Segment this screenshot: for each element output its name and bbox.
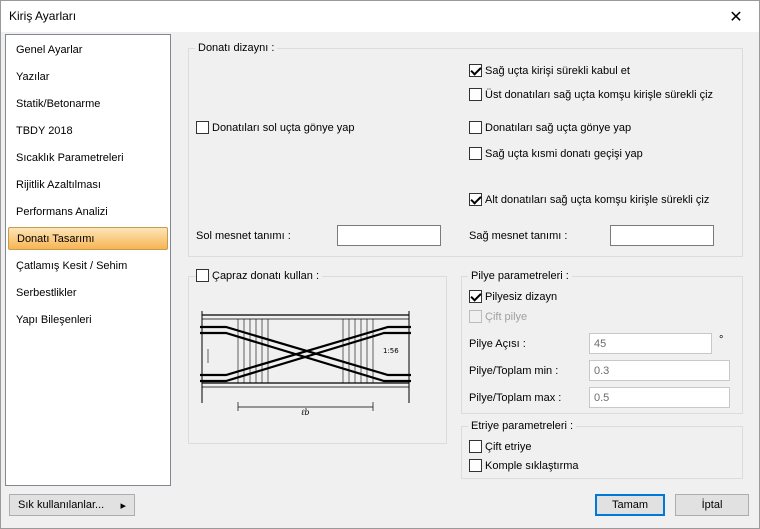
- checkbox-box[interactable]: [469, 290, 482, 303]
- checkbox-box[interactable]: [469, 193, 482, 206]
- iptal-button[interactable]: İptal: [675, 494, 749, 516]
- sik-kullanilanlar-label: Sık kullanılanlar...: [18, 499, 105, 511]
- sag-mesnet-label: Sağ mesnet tanımı :: [469, 230, 568, 242]
- checkbox-box[interactable]: [196, 121, 209, 134]
- checkbox-box[interactable]: [469, 459, 482, 472]
- diagram-angle-label: 1:56: [383, 347, 399, 355]
- checkbox-label: Üst donatıları sağ uçta komşu kirişle sü…: [485, 88, 714, 101]
- pilye-toplam-min-input[interactable]: [589, 360, 730, 381]
- close-icon: ✕: [729, 8, 743, 26]
- checkbox-label: Donatıları sol uçta gönye yap: [212, 121, 355, 134]
- kiris-ayarlari-dialog: Kiriş Ayarları ✕ Genel Ayarlar Yazılar S…: [0, 0, 760, 529]
- chevron-right-icon: ▸: [120, 499, 126, 512]
- checkbox-box[interactable]: [469, 440, 482, 453]
- checkbox-box[interactable]: [469, 310, 482, 323]
- cift-pilye-checkbox[interactable]: Çift pilye: [469, 310, 527, 323]
- checkbox-box[interactable]: [469, 121, 482, 134]
- sol-ucta-gonye-checkbox[interactable]: Donatıları sol uçta gönye yap: [196, 121, 354, 134]
- checkbox-box[interactable]: [469, 64, 482, 77]
- pilye-acisi-label: Pilye Açısı :: [469, 338, 526, 350]
- sik-kullanilanlar-button[interactable]: Sık kullanılanlar... ▸: [9, 494, 135, 516]
- sidebar-item-performans-analizi[interactable]: Performans Analizi: [8, 201, 168, 224]
- komple-siklastirma-checkbox[interactable]: Komple sıklaştırma: [469, 459, 579, 472]
- sol-mesnet-label: Sol mesnet tanımı :: [196, 230, 291, 242]
- capraz-donati-checkbox[interactable]: Çapraz donatı kullan :: [196, 269, 323, 282]
- settings-category-list: Genel Ayarlar Yazılar Statik/Betonarme T…: [5, 34, 171, 486]
- iptal-label: İptal: [701, 499, 723, 511]
- dialog-body: Genel Ayarlar Yazılar Statik/Betonarme T…: [1, 32, 759, 528]
- pilye-toplam-max-input[interactable]: [589, 387, 730, 408]
- checkbox-label: Çift pilye: [485, 310, 528, 323]
- pilyesiz-dizayn-checkbox[interactable]: Pilyesiz dizayn: [469, 290, 557, 303]
- cift-etriye-checkbox[interactable]: Çift etriye: [469, 440, 531, 453]
- sag-ucta-kirisi-surekli-checkbox[interactable]: Sağ uçta kirişi sürekli kabul et: [469, 64, 630, 77]
- diagram-length-label: ℓb: [301, 408, 309, 417]
- donati-dizayni-title: Donatı dizaynı :: [195, 42, 278, 54]
- sidebar-item-sicaklik-parametreleri[interactable]: Sıcaklık Parametreleri: [8, 147, 168, 170]
- close-button[interactable]: ✕: [713, 1, 759, 32]
- sidebar-item-statik-betonarme[interactable]: Statik/Betonarme: [8, 93, 168, 116]
- checkbox-label: Çapraz donatı kullan :: [212, 269, 320, 282]
- title-bar: Kiriş Ayarları ✕: [1, 1, 759, 32]
- sag-mesnet-input[interactable]: [610, 225, 714, 246]
- checkbox-box[interactable]: [469, 88, 482, 101]
- checkbox-label: Pilyesiz dizayn: [485, 290, 558, 303]
- checkbox-label: Donatıları sağ uçta gönye yap: [485, 121, 632, 134]
- sag-ucta-kismi-gecis-checkbox[interactable]: Sağ uçta kısmi donatı geçişi yap: [469, 147, 643, 160]
- sag-ucta-gonye-checkbox[interactable]: Donatıları sağ uçta gönye yap: [469, 121, 631, 134]
- checkbox-box[interactable]: [196, 269, 209, 282]
- checkbox-label: Alt donatıları sağ uçta komşu kirişle sü…: [485, 193, 710, 206]
- capraz-donati-diagram: ℓb 1:56: [200, 311, 411, 417]
- window-title: Kiriş Ayarları: [9, 9, 77, 23]
- checkbox-label: Sağ uçta kısmi donatı geçişi yap: [485, 147, 643, 160]
- tamam-label: Tamam: [611, 499, 649, 511]
- sidebar-item-tbdy-2018[interactable]: TBDY 2018: [8, 120, 168, 143]
- pilye-acisi-input[interactable]: [589, 333, 712, 354]
- degree-unit: °: [719, 334, 724, 346]
- checkbox-label: Komple sıklaştırma: [485, 459, 579, 472]
- checkbox-box[interactable]: [469, 147, 482, 160]
- sidebar-item-genel-ayarlar[interactable]: Genel Ayarlar: [8, 39, 168, 62]
- sidebar-item-donati-tasarimi[interactable]: Donatı Tasarımı: [8, 227, 168, 250]
- alt-donati-komsu-checkbox[interactable]: Alt donatıları sağ uçta komşu kirişle sü…: [469, 193, 709, 206]
- sol-mesnet-input[interactable]: [337, 225, 441, 246]
- checkbox-label: Sağ uçta kirişi sürekli kabul et: [485, 64, 630, 77]
- tamam-button[interactable]: Tamam: [595, 494, 665, 516]
- checkbox-label: Çift etriye: [485, 440, 532, 453]
- etriye-parametreleri-title: Etriye parametreleri :: [468, 420, 577, 432]
- sidebar-item-catlamis-kesit-sehim[interactable]: Çatlamış Kesit / Sehim: [8, 255, 168, 278]
- pilye-parametreleri-title: Pilye parametreleri :: [468, 270, 572, 282]
- sidebar-item-rijitlik-azaltilmasi[interactable]: Rijitlik Azaltılması: [8, 174, 168, 197]
- ust-donati-komsu-checkbox[interactable]: Üst donatıları sağ uçta komşu kirişle sü…: [469, 88, 713, 101]
- pilye-toplam-max-label: Pilye/Toplam max :: [469, 392, 562, 404]
- sidebar-item-yazilar[interactable]: Yazılar: [8, 66, 168, 89]
- sidebar-item-serbestlikler[interactable]: Serbestlikler: [8, 282, 168, 305]
- sidebar-item-yapi-bilesenleri[interactable]: Yapı Bileşenleri: [8, 309, 168, 332]
- pilye-toplam-min-label: Pilye/Toplam min :: [469, 365, 559, 377]
